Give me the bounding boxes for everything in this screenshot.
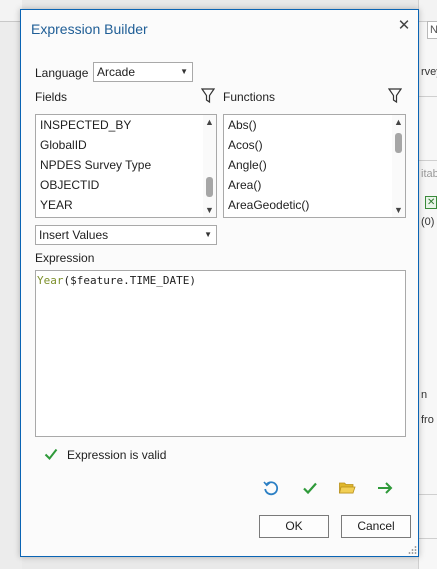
language-value: Arcade [97, 65, 136, 79]
expression-function-name: Year [37, 274, 64, 287]
background-text-editable: itab [421, 168, 437, 180]
chevron-down-icon[interactable]: ▼ [392, 203, 405, 217]
verify-checkmark-icon[interactable] [301, 479, 319, 497]
fields-label: Fields [35, 90, 68, 104]
field-item[interactable]: INSPECTED_BY [40, 115, 131, 135]
fields-list[interactable]: INSPECTED_BY GlobalID NPDES Survey Type … [35, 114, 217, 218]
chevron-down-icon[interactable]: ▼ [203, 203, 216, 217]
background-text-from: fro [421, 414, 434, 426]
chevron-down-icon: ▼ [180, 67, 188, 76]
background-text-count: (0) [421, 216, 435, 228]
expression-close-paren: ) [189, 274, 196, 287]
background-text-survey: rvey [421, 66, 437, 78]
close-icon: ✕ [397, 17, 411, 34]
language-select[interactable]: Arcade ▼ [93, 62, 193, 82]
language-label: Language [35, 66, 89, 80]
functions-scroll-thumb[interactable] [395, 133, 402, 153]
cancel-button[interactable]: Cancel [341, 515, 411, 538]
function-item[interactable]: Angle() [228, 155, 267, 175]
background-right-toolbar [419, 0, 437, 22]
fields-scroll-thumb[interactable] [206, 177, 213, 197]
field-item[interactable]: OBJECTID [40, 175, 99, 195]
background-search-input[interactable]: N [427, 21, 437, 39]
background-text-n: n [421, 389, 428, 401]
history-icon[interactable] [262, 479, 280, 497]
expression-label: Expression [35, 251, 95, 265]
functions-filter-icon[interactable] [388, 88, 402, 104]
arrow-right-icon[interactable] [376, 479, 394, 497]
checkmark-icon [44, 448, 58, 461]
functions-scrollbar[interactable]: ▲ ▼ [392, 115, 405, 217]
background-left-panel [0, 0, 22, 569]
dialog-title: Expression Builder [31, 21, 148, 37]
chevron-up-icon[interactable]: ▲ [203, 115, 216, 129]
close-button[interactable]: ✕ [395, 17, 413, 35]
function-item[interactable]: Acos() [228, 135, 263, 155]
background-divider [419, 538, 437, 539]
expression-argument: $feature.TIME_DATE [70, 274, 190, 287]
ok-button[interactable]: OK [259, 515, 329, 538]
background-right-panel [418, 0, 437, 569]
field-item[interactable]: GlobalID [40, 135, 87, 155]
background-checkbox[interactable]: ✕ [425, 196, 437, 209]
functions-list[interactable]: Abs() Acos() Angle() Area() AreaGeodetic… [223, 114, 406, 218]
fields-filter-icon[interactable] [201, 88, 215, 104]
chevron-down-icon: ▼ [204, 230, 212, 239]
expression-editor[interactable]: Year($feature.TIME_DATE) [35, 270, 406, 437]
background-divider [419, 160, 437, 161]
function-item[interactable]: AreaGeodetic() [228, 195, 309, 215]
field-item[interactable]: YEAR [40, 195, 73, 215]
insert-values-select[interactable]: Insert Values ▼ [35, 225, 217, 245]
validation-message: Expression is valid [67, 448, 167, 462]
folder-open-icon[interactable] [338, 479, 356, 497]
functions-label: Functions [223, 90, 276, 104]
chevron-up-icon[interactable]: ▲ [392, 115, 405, 129]
fields-scrollbar[interactable]: ▲ ▼ [203, 115, 216, 217]
function-item[interactable]: Area() [228, 175, 261, 195]
field-item[interactable]: NPDES Survey Type [40, 155, 151, 175]
function-item[interactable]: Abs() [228, 115, 257, 135]
background-divider [419, 494, 437, 495]
resize-grip-icon[interactable] [407, 545, 417, 555]
insert-values-label: Insert Values [39, 228, 109, 242]
expression-builder-dialog: Expression Builder ✕ Language Arcade ▼ F… [20, 9, 419, 557]
background-divider [419, 96, 437, 97]
background-left-toolbar [0, 0, 22, 22]
